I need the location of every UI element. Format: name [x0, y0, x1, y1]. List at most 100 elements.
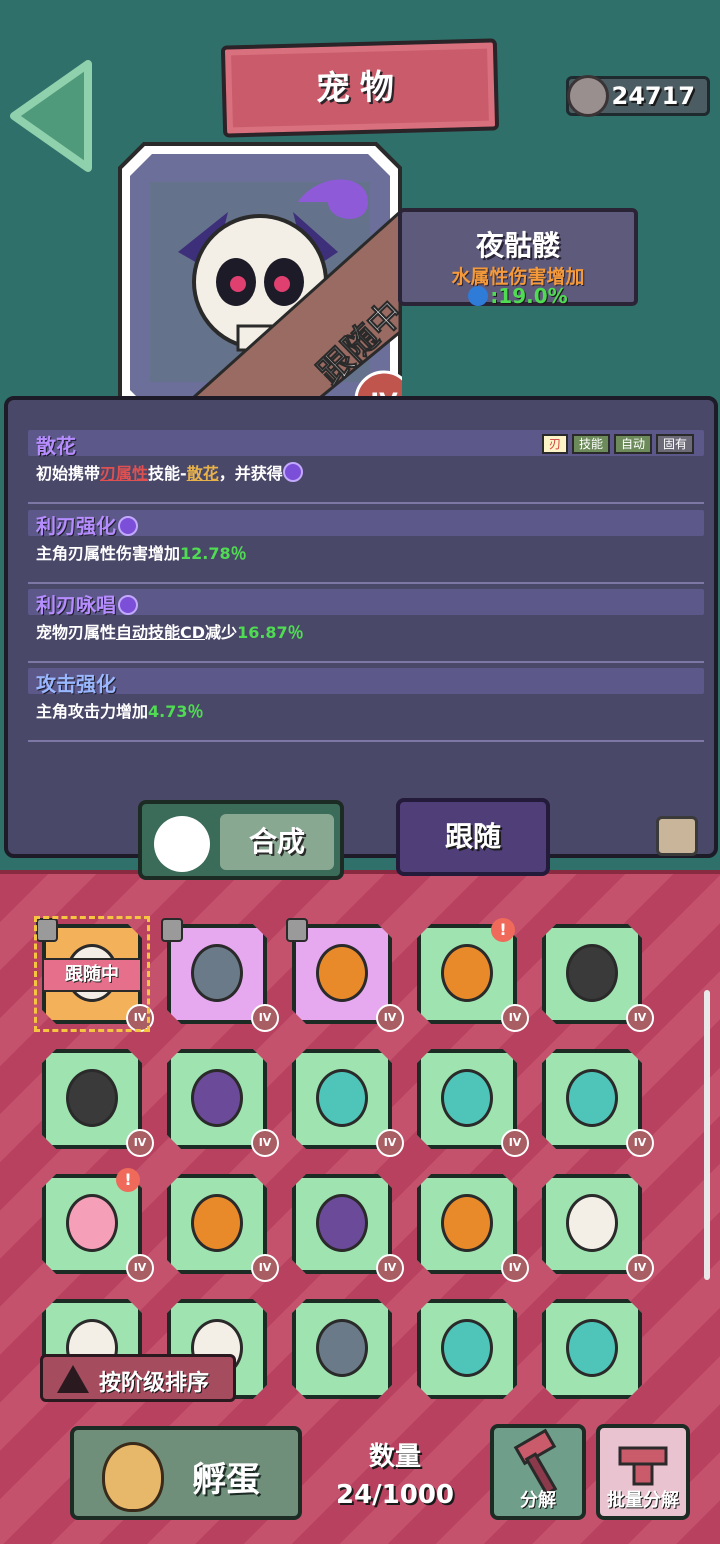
- pet-slot[interactable]: IV: [542, 1174, 654, 1282]
- pumpkin-pet-icon: [316, 944, 368, 1002]
- tag-blade: 刃: [541, 434, 568, 454]
- swirl-icon: [118, 595, 138, 615]
- sword-pet-icon: [566, 944, 618, 1002]
- pet-slot[interactable]: IV!: [42, 1168, 154, 1282]
- tier-badge: IV: [126, 1129, 154, 1157]
- skill-title: 攻击强化: [36, 672, 116, 696]
- pet-slot[interactable]: IV: [417, 1174, 529, 1282]
- pumpkin-pet-icon: [441, 944, 493, 1002]
- tier-badge: IV: [126, 1254, 154, 1282]
- spring-pet-icon: [566, 1069, 618, 1127]
- tier-badge: IV: [626, 1129, 654, 1157]
- pet-name: 夜骷髅: [475, 229, 560, 262]
- merge-tab[interactable]: 合成: [138, 800, 344, 880]
- pet-slot[interactable]: [417, 1299, 517, 1399]
- pet-slot[interactable]: IV: [417, 1049, 529, 1157]
- swirl-icon: [118, 516, 138, 536]
- tier-badge: IV: [626, 1254, 654, 1282]
- fairy-pet-icon: [66, 1194, 118, 1252]
- batch-decompose-button[interactable]: 批量分解: [596, 1424, 690, 1520]
- pet-portrait: 跟随中 IV: [118, 142, 402, 424]
- triangle-icon: [57, 1365, 89, 1393]
- ghost-pet-icon: [191, 1069, 243, 1127]
- lock-icon: [286, 918, 308, 942]
- drone-pet-icon: [316, 1319, 368, 1377]
- spring-pet-icon: [441, 1319, 493, 1377]
- tier-badge: IV: [251, 1254, 279, 1282]
- skull-pet-icon: [566, 1194, 618, 1252]
- tier-badge: IV: [251, 1129, 279, 1157]
- skill-description: 主角攻击力增加4.73％: [36, 702, 204, 721]
- lock-icon: [161, 918, 183, 942]
- skill-item: 利刃咏唱 宠物刃属性自动技能CD减少16.87％: [28, 589, 704, 663]
- pet-info-card: 夜骷髅 水属性伤害增加 :19.0%: [398, 208, 638, 308]
- skill-header: 散花 刃 技能 自动 固有: [28, 430, 704, 458]
- divider: [28, 582, 704, 584]
- tier-badge: IV: [501, 1254, 529, 1282]
- tier-badge: IV: [376, 1254, 404, 1282]
- currency-display: 24717: [566, 75, 710, 117]
- follow-ribbon: 跟随中: [42, 958, 142, 992]
- tier-badge: IV: [501, 1004, 529, 1032]
- pumpkin-pet-icon: [441, 1194, 493, 1252]
- spring-pet-icon: [441, 1069, 493, 1127]
- page-title-plate: 宠物: [220, 38, 500, 138]
- skill-description: 宠物刃属性自动技能CD减少16.87％: [36, 623, 304, 642]
- alert-icon: !: [116, 1168, 140, 1192]
- lock-icon[interactable]: [656, 816, 698, 856]
- skill-tags: 刃 技能 自动 固有: [541, 434, 694, 454]
- scrollbar[interactable]: [704, 990, 710, 1280]
- tag-skill: 技能: [571, 434, 610, 454]
- tier-badge: IV: [376, 1129, 404, 1157]
- pet-slot[interactable]: IV: [167, 1049, 279, 1157]
- pet-slot[interactable]: IV: [161, 918, 279, 1032]
- water-drop-icon: [468, 286, 489, 306]
- pet-slot[interactable]: IV: [292, 1174, 404, 1282]
- pet-slot[interactable]: [542, 1299, 642, 1399]
- skill-item: 散花 刃 技能 自动 固有 初始携带刃属性技能-散花，并获得: [28, 430, 704, 504]
- skill-description: 初始携带刃属性技能-散花，并获得: [36, 460, 303, 484]
- pet-slot[interactable]: IV 跟随中: [34, 916, 154, 1032]
- pumpkin-pet-icon: [191, 1194, 243, 1252]
- follow-tab[interactable]: 跟随: [396, 798, 550, 876]
- drone-pet-icon: [191, 944, 243, 1002]
- spring-pet-icon: [566, 1319, 618, 1377]
- skill-header: 利刃强化: [28, 510, 704, 539]
- tier-badge: IV: [251, 1004, 279, 1032]
- pet-slot[interactable]: IV!: [417, 918, 529, 1032]
- egg-icon: [102, 1442, 164, 1512]
- tier-badge: IV: [626, 1004, 654, 1032]
- divider: [28, 502, 704, 504]
- pet-slot[interactable]: IV: [42, 1049, 154, 1157]
- tag-innate: 固有: [655, 434, 694, 454]
- tag-auto: 自动: [613, 434, 652, 454]
- currency-amount: 24717: [611, 82, 696, 110]
- spring-pet-icon: [316, 1069, 368, 1127]
- hatch-egg-button[interactable]: 孵蛋: [70, 1426, 302, 1520]
- pet-slot[interactable]: IV: [286, 918, 404, 1032]
- alert-icon: !: [491, 918, 515, 942]
- pet-slot[interactable]: IV: [542, 1049, 654, 1157]
- sword-pet-icon: [66, 1069, 118, 1127]
- merge-label: 合成: [220, 814, 334, 870]
- sort-by-tier-button[interactable]: 按阶级排序: [40, 1354, 236, 1402]
- tier-badge: IV: [376, 1004, 404, 1032]
- pet-slot[interactable]: IV: [167, 1174, 279, 1282]
- decompose-button[interactable]: 分解: [490, 1424, 586, 1520]
- pet-slot[interactable]: IV: [292, 1049, 404, 1157]
- skill-title: 利刃强化: [36, 510, 138, 539]
- back-arrow-icon[interactable]: [8, 58, 94, 174]
- divider: [28, 661, 704, 663]
- pet-slot[interactable]: IV: [542, 924, 654, 1032]
- divider: [28, 740, 704, 742]
- pet-attribute-value: :19.0%: [402, 284, 634, 308]
- hatch-label: 孵蛋: [192, 1460, 260, 1500]
- decompose-label: 分解: [520, 1490, 556, 1511]
- pet-slot[interactable]: [292, 1299, 392, 1399]
- skill-title: 散花: [36, 434, 76, 458]
- skill-item: 利刃强化 主角刃属性伤害增加12.78％: [28, 510, 704, 584]
- skill-header: 利刃咏唱: [28, 589, 704, 617]
- count-label: 数量: [368, 1442, 421, 1472]
- skill-panel: 散花 刃 技能 自动 固有 初始携带刃属性技能-散花，并获得 利刃强化 主角刃属…: [4, 396, 718, 858]
- skill-header: 攻击强化: [28, 668, 704, 696]
